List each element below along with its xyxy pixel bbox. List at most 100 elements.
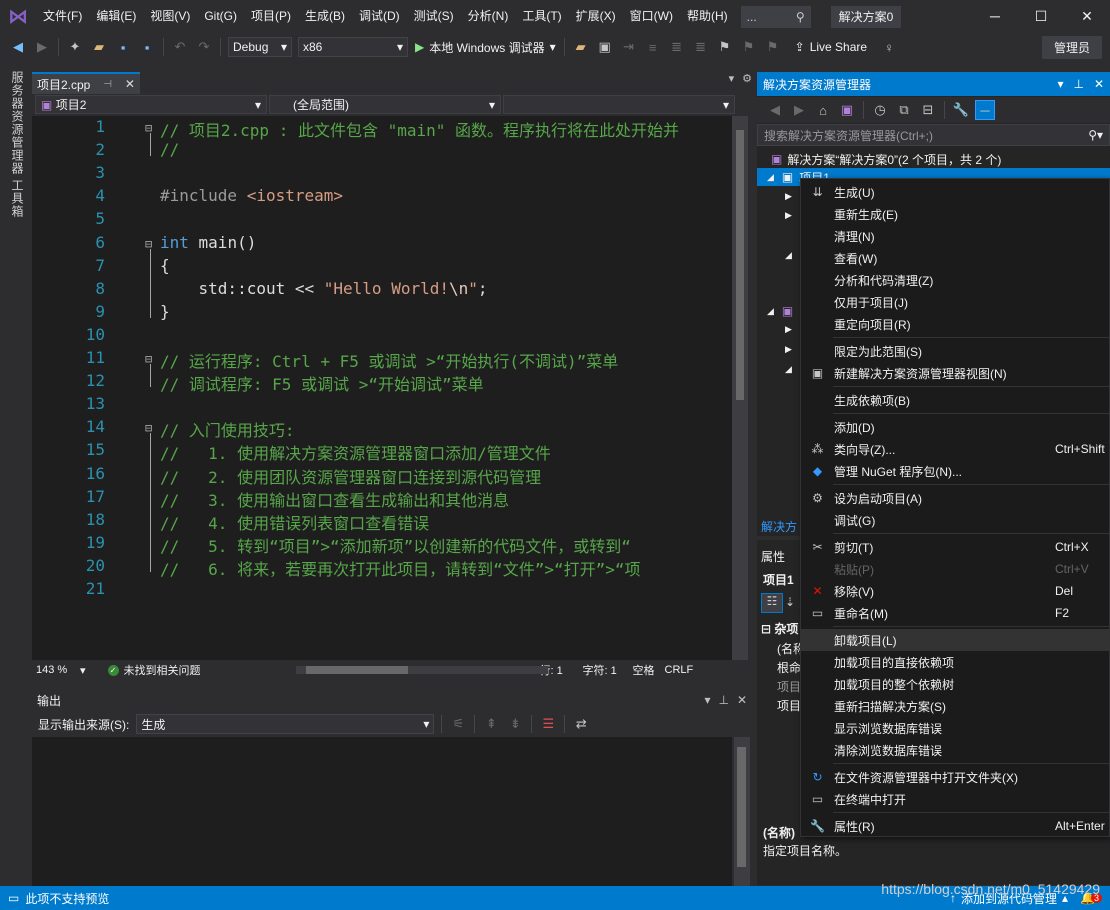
settings-icon[interactable]: ⚙ [742, 72, 752, 85]
word-wrap-icon[interactable]: ⇄ [571, 714, 591, 734]
code-line[interactable]: 4 #include <iostream> [32, 186, 732, 209]
context-menu-item[interactable]: ✂ 剪切(T) Ctrl+X [801, 536, 1110, 558]
zoom-level[interactable]: 143 % [36, 664, 80, 676]
step-icon[interactable]: ⇥ [619, 37, 639, 57]
menu-item[interactable]: 编辑(E) [89, 0, 143, 33]
fold-toggle-icon[interactable]: ⊟ [145, 237, 152, 251]
live-share-button[interactable]: ⇪ Live Share [795, 40, 867, 54]
horizontal-scrollbar-thumb[interactable] [306, 666, 408, 674]
code-line[interactable]: 10 [32, 325, 732, 348]
context-menu-item[interactable]: ▭ 重命名(M) F2 [801, 602, 1110, 624]
pin-icon[interactable]: ⊣ [103, 79, 112, 90]
close-button[interactable]: ✕ [1064, 0, 1110, 33]
undo-icon[interactable]: ↶ [170, 37, 190, 57]
code-line[interactable]: 18 // 4. 使用错误列表窗口查看错误 [32, 510, 732, 533]
menu-item[interactable]: 文件(F) [36, 0, 89, 33]
fold-toggle-icon[interactable]: ⊟ [145, 352, 152, 366]
menu-item[interactable]: 工具(T) [515, 0, 568, 33]
close-icon[interactable]: ✕ [737, 693, 747, 707]
clear-all-icon[interactable]: ☰ [538, 714, 558, 734]
pin-icon[interactable]: ⊥ [1073, 77, 1083, 91]
menu-item[interactable]: 测试(S) [407, 0, 461, 33]
forward-icon[interactable]: ▶ [32, 37, 52, 57]
output-scrollbar[interactable] [734, 737, 750, 886]
back-icon[interactable]: ◀ [8, 37, 28, 57]
align-icon[interactable]: ≡ [643, 37, 663, 57]
chevron-down-icon[interactable]: ▾ [80, 664, 86, 677]
minimize-button[interactable]: ─ [972, 0, 1018, 33]
context-menu-item[interactable]: ✕ 移除(V) Del [801, 580, 1110, 602]
goto-error-icon[interactable]: ⚟ [448, 714, 468, 734]
menu-item[interactable]: Git(G) [197, 0, 244, 33]
categorized-icon[interactable]: ☷ [761, 593, 783, 613]
redo-icon[interactable]: ↷ [194, 37, 214, 57]
tree-node-solution[interactable]: ▣ 解决方案“解决方案0”(2 个项目，共 2 个) [757, 150, 1110, 168]
code-line[interactable]: 7{ [32, 256, 732, 279]
context-menu-item[interactable]: ◆ 管理 NuGet 程序包(N)... [801, 460, 1110, 482]
context-menu-item[interactable]: 清除浏览数据库错误 [801, 739, 1110, 761]
menu-item[interactable]: 项目(P) [244, 0, 298, 33]
context-menu-item[interactable]: 重新生成(E) [801, 203, 1110, 225]
menu-item[interactable]: 生成(B) [298, 0, 352, 33]
output-scrollbar-thumb[interactable] [737, 747, 746, 867]
start-debugging-button[interactable]: ▶ 本地 Windows 调试器 ▾ [415, 39, 556, 56]
bookmark-icon[interactable]: ⚑ [715, 37, 735, 57]
code-line[interactable]: 15 // 1. 使用解决方案资源管理器窗口添加/管理文件 [32, 440, 732, 463]
whitespace-indicator[interactable]: 空格 [633, 662, 665, 678]
menu-item[interactable]: 扩展(X) [569, 0, 623, 33]
wrench-icon[interactable]: 🔧 [951, 100, 971, 120]
context-menu-item[interactable]: 添加(D) [801, 416, 1110, 438]
open-file-icon[interactable]: ▰ [89, 37, 109, 57]
context-menu-item[interactable]: ⁂ 类向导(Z)... Ctrl+Shift [801, 438, 1110, 460]
chevron-down-icon[interactable]: ▾ [704, 693, 710, 707]
context-menu-item[interactable]: 仅用于项目(J) [801, 291, 1110, 313]
code-line[interactable]: 1 ⊟ // 项目2.cpp : 此文件包含 "main" 函数。程序执行将在此处开… [32, 117, 732, 140]
prev-message-icon[interactable]: ⇞ [481, 714, 501, 734]
menu-item[interactable]: 窗口(W) [623, 0, 680, 33]
server-explorer-tab[interactable]: 服务器资源管理器 [9, 71, 26, 175]
search-box[interactable]: ... ⚲ [740, 5, 811, 28]
code-line[interactable]: 20 // 6. 将来，若要再次打开此项目，请转到“文件”>“打开”>“项 [32, 556, 732, 579]
fold-toggle-icon[interactable]: ⊟ [145, 421, 152, 435]
feedback-icon[interactable]: ♀ [879, 37, 899, 57]
member-select[interactable]: ▾ [503, 95, 735, 114]
output-text-area[interactable] [32, 737, 732, 886]
code-line[interactable]: 19 // 5. 转到“项目”>“添加新项”以创建新的代码文件，或转到“ [32, 533, 732, 556]
code-line[interactable]: 3 [32, 163, 732, 186]
next-message-icon[interactable]: ⇟ [505, 714, 525, 734]
context-menu-item[interactable]: 重定向项目(R) [801, 313, 1110, 335]
save-icon[interactable]: ▪ [113, 37, 133, 57]
context-menu-item[interactable]: ▣ 新建解决方案资源管理器视图(N) [801, 362, 1110, 384]
context-menu-item[interactable]: ⇊ 生成(U) [801, 181, 1110, 203]
close-icon[interactable]: ✕ [125, 77, 135, 91]
maximize-button[interactable]: ☐ [1018, 0, 1064, 33]
code-line[interactable]: 2 // [32, 140, 732, 163]
context-menu-item[interactable]: 显示浏览数据库错误 [801, 717, 1110, 739]
context-menu-item[interactable]: 调试(G) [801, 509, 1110, 531]
menu-item[interactable]: 帮助(H) [680, 0, 735, 33]
fold-toggle-icon[interactable]: ⊟ [145, 121, 152, 135]
context-menu-item[interactable]: 重新扫描解决方案(S) [801, 695, 1110, 717]
preview-icon[interactable]: ─ [975, 100, 995, 120]
code-line[interactable]: 13 [32, 394, 732, 417]
context-menu-item[interactable]: 限定为此范围(S) [801, 340, 1110, 362]
context-menu-item[interactable]: 🔧 属性(R) Alt+Enter [801, 815, 1110, 837]
code-line[interactable]: 11 ⊟ // 运行程序: Ctrl + F5 或调试 >“开始执行(不调试)”菜单 [32, 348, 732, 371]
tab-overflow-icon[interactable]: ▾ [729, 72, 735, 85]
code-line[interactable]: 17 // 3. 使用输出窗口查看生成输出和其他消息 [32, 487, 732, 510]
code-line[interactable]: 14 ⊟ // 入门使用技巧: [32, 417, 732, 440]
configuration-select[interactable]: Debug ▾ [228, 37, 292, 57]
code-editor[interactable]: 1 ⊟ // 项目2.cpp : 此文件包含 "main" 函数。程序执行将在此处开… [32, 116, 732, 660]
context-menu-item[interactable]: ⚙ 设为启动项目(A) [801, 487, 1110, 509]
collapse-all-icon[interactable]: ⊟ [918, 100, 938, 120]
folder-icon[interactable]: ▰ [571, 37, 591, 57]
chevron-down-icon[interactable]: ▾ [1057, 77, 1063, 91]
menu-item[interactable]: 视图(V) [143, 0, 197, 33]
switch-views-icon[interactable]: ▣ [837, 100, 857, 120]
code-line[interactable]: 6 ⊟ int main() [32, 233, 732, 256]
save-all-icon[interactable]: ▪ [137, 37, 157, 57]
property-row[interactable]: 根命 [777, 659, 801, 676]
property-row[interactable]: 项目 [777, 678, 801, 695]
forward-icon[interactable]: ▶ [789, 100, 809, 120]
sync-icon[interactable]: ⧉ [894, 100, 914, 120]
